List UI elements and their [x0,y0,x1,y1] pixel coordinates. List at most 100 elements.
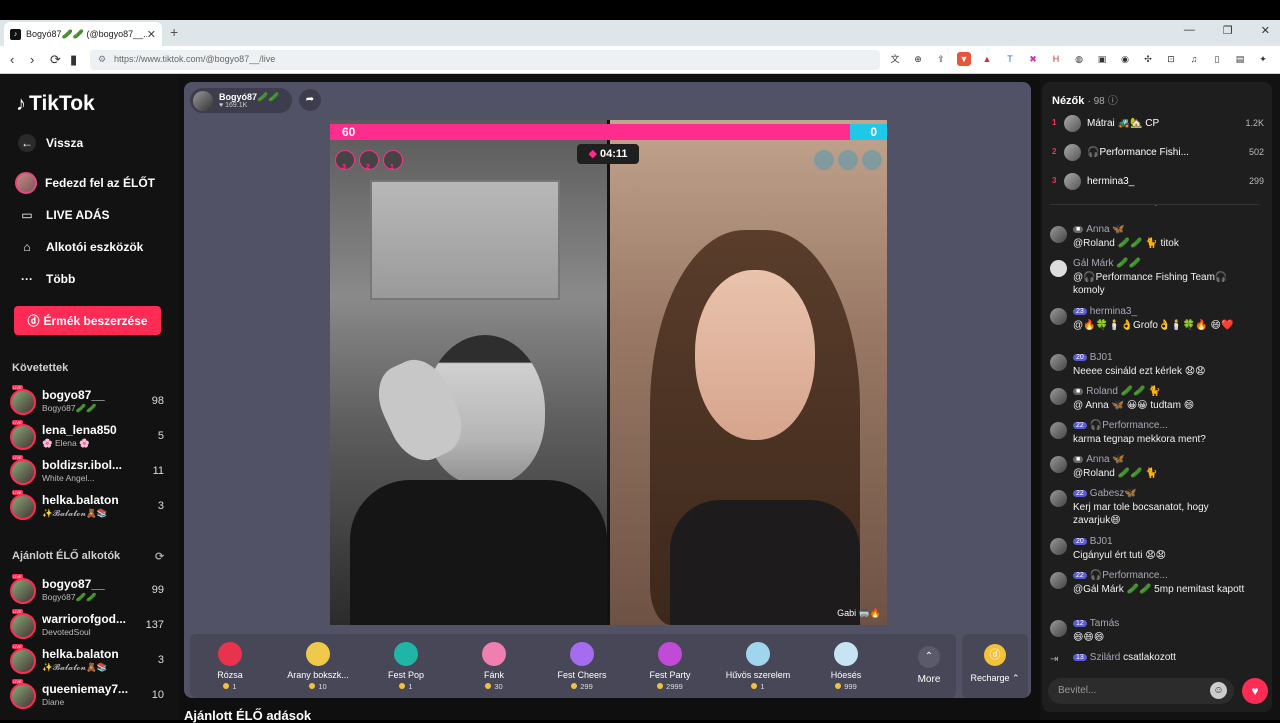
live-video[interactable]: Gabi 🥽🔥 60 0 ◆ 04:11 3 2 1 [330,120,887,625]
gift-item[interactable]: Hóesés 999 [806,638,886,696]
music-icon[interactable]: ♫ [1187,52,1201,66]
viewer-rank: 2 [1052,147,1057,156]
gift-item[interactable]: Fánk 30 [454,638,534,696]
more-icon: ··· [21,272,33,286]
ai-icon[interactable]: ✦ [1256,52,1270,66]
gift-item[interactable]: Fest Pop 1 [366,638,446,696]
avatar [10,578,36,604]
recommended-item[interactable]: LIVE warriorofgod... DevotedSoul 137 [10,609,168,641]
wallet-icon[interactable]: ▤ [1233,52,1247,66]
chat-input-placeholder: Bevitel... [1058,685,1097,696]
nav-explore-live[interactable]: Fedezd fel az ÉLŐT [15,172,156,194]
top-viewer-row[interactable]: 1 Mátrai 🚜🏡 CP 1.2K [1050,114,1264,134]
rewards-icon[interactable]: ▲ [980,52,994,66]
gift-item[interactable]: Hűvös szerelem 1 [718,638,798,696]
top-gifter-avatar[interactable]: 2 [359,150,379,171]
zoom-icon[interactable]: ⊕ [911,52,925,66]
extension-x-icon[interactable]: ✖ [1026,52,1040,66]
forward-icon[interactable]: › [30,52,34,67]
guest-gifter-slot[interactable] [814,150,834,170]
site-info-icon[interactable]: ⚙ [98,54,106,65]
account-name: queeniemay7... [42,682,129,696]
chat-text: @🔥🍀🕯️👌Grofo👌🕯️🍀🔥 😄❤️ [1073,320,1234,331]
avatar [1050,308,1067,325]
get-coins-button[interactable]: ⓓ Érmék beszerzése [14,306,161,335]
chat-input[interactable]: Bevitel... [1048,678,1234,704]
extension-circle-icon[interactable]: ◉ [1118,52,1132,66]
info-icon[interactable]: ⓘ [1108,96,1118,107]
recommended-item[interactable]: LIVE queeniemay7... Diane 10 [10,679,168,711]
chat-username: 🎧Performance... [1089,570,1168,581]
following-item[interactable]: LIVE lena_lena850 🌸 Elena 🌸 5 [10,420,168,452]
top-gifter-avatar[interactable]: 3 [335,150,355,171]
chat-user: 23 hermina3_ [1073,306,1137,317]
guest-gifter-slot[interactable] [838,150,858,170]
minimize-icon[interactable]: — [1184,24,1195,37]
brave-shield-icon[interactable]: ▼ [957,52,971,66]
nav-more[interactable]: ··· Több [18,270,75,288]
chat-text: Kerj mar tole bocsanatot, hogy zavarjuk😄 [1073,502,1209,526]
level-badge: ■ [1073,388,1084,395]
refresh-icon[interactable]: ⟳ [155,550,164,563]
nav-live[interactable]: ▭ LIVE ADÁS [18,206,110,224]
chat-user: 12 Tamás [1073,618,1119,629]
extension-his-icon[interactable]: H [1049,52,1063,66]
heart-icon[interactable]: ♥ [1242,678,1268,704]
gift-item[interactable]: Rózsa 1 [190,638,270,696]
extension-mask-icon[interactable]: ◍ [1072,52,1086,66]
extension-cube-icon[interactable]: ▣ [1095,52,1109,66]
top-viewer-row[interactable]: 3 hermina3_ 299 [1050,172,1264,192]
recommended-item[interactable]: LIVE helka.balaton ✨𝓑𝓪𝓵𝓪𝓽𝓸𝓷🧸📚 3 [10,644,168,676]
account-subtitle: DevotedSoul [42,627,91,637]
gift-item[interactable]: Fest Party 2999 [630,638,710,696]
host-info[interactable]: Bogyó87🥒🥒 ♥ 169.1K [190,88,292,113]
reload-icon[interactable]: ⟳ [50,52,61,68]
viewer-name: Mátrai 🚜🏡 CP [1087,118,1160,129]
chat-username: Tamás [1089,618,1120,629]
nav-back-label: Vissza [46,136,84,150]
translate-icon[interactable]: 文 [888,52,902,66]
new-tab-icon[interactable]: + [170,24,178,40]
guest-gifter-slot[interactable] [862,150,882,170]
gift-item[interactable]: Fest Cheers 299 [542,638,622,696]
close-tab-icon[interactable]: ✕ [147,28,156,41]
avatar [1064,115,1081,132]
pk-left-score: 60 [342,125,356,139]
tiktok-note-icon: ♪ [16,92,26,115]
sidebar-icon[interactable]: ▯ [1210,52,1224,66]
extension-translate-icon[interactable]: T [1003,52,1017,66]
nav-creator-tools[interactable]: ⌂ Alkotói eszközök [18,238,143,256]
restore-icon[interactable]: ❐ [1223,24,1233,37]
url-field[interactable]: ⚙ https://www.tiktok.com/@bogyo87__/live [90,50,880,70]
gift-item[interactable]: Arany bokszk... 10 [278,638,358,696]
puzzle-icon[interactable]: ✣ [1141,52,1155,66]
following-item[interactable]: LIVE helka.balaton ✨𝓑𝓪𝓵𝓪𝓽𝓸𝓷🧸📚 3 [10,490,168,522]
tiktok-logo[interactable]: ♪ TikTok [16,92,95,116]
nav-back[interactable]: ← Vissza [18,134,83,152]
close-window-icon[interactable]: ✕ [1261,24,1270,37]
emoji-icon[interactable]: ☺ [1210,682,1227,699]
top-viewer-row[interactable]: 2 🎧Performance Fishi... 502 [1050,143,1264,163]
nav-live-label: LIVE ADÁS [46,208,110,222]
extension-box-icon[interactable]: ⊡ [1164,52,1178,66]
recommended-item[interactable]: LIVE bogyo87__ Bogyó87🥒🥒 99 [10,574,168,606]
recharge-button[interactable]: ⓓ Recharge ⌃ [962,634,1028,698]
top-gifter-avatar[interactable]: 1 [383,150,403,171]
account-subtitle: Diane [42,697,65,707]
bookmark-icon[interactable]: ▮ [70,52,77,68]
coin-icon: ⓓ [27,314,40,328]
following-item[interactable]: LIVE boldizsr.ibol... White Angel... 11 [10,455,168,487]
following-item[interactable]: LIVE bogyo87__ Bogyó87🥒🥒 98 [10,385,168,417]
viewer-rank: 1 [1052,118,1057,127]
more-gifts-button[interactable]: ⌃ More [909,646,949,685]
chat-user: ■ Anna 🦋 [1073,454,1125,465]
share-icon[interactable]: ➦ [299,89,321,111]
browser-tab[interactable]: ♪ Bogyó87🥒🥒 (@bogyo87__... ✕ [4,22,162,46]
share-icon[interactable]: ⇪ [934,52,948,66]
nav-explore-label: Fedezd fel az ÉLŐT [45,176,156,190]
gift-name: Fánk [483,670,504,680]
viewer-count: 10 [151,689,164,701]
level-badge: 22 [1073,490,1087,497]
coin-icon: ⓓ [984,644,1006,666]
back-icon[interactable]: ‹ [10,52,14,67]
